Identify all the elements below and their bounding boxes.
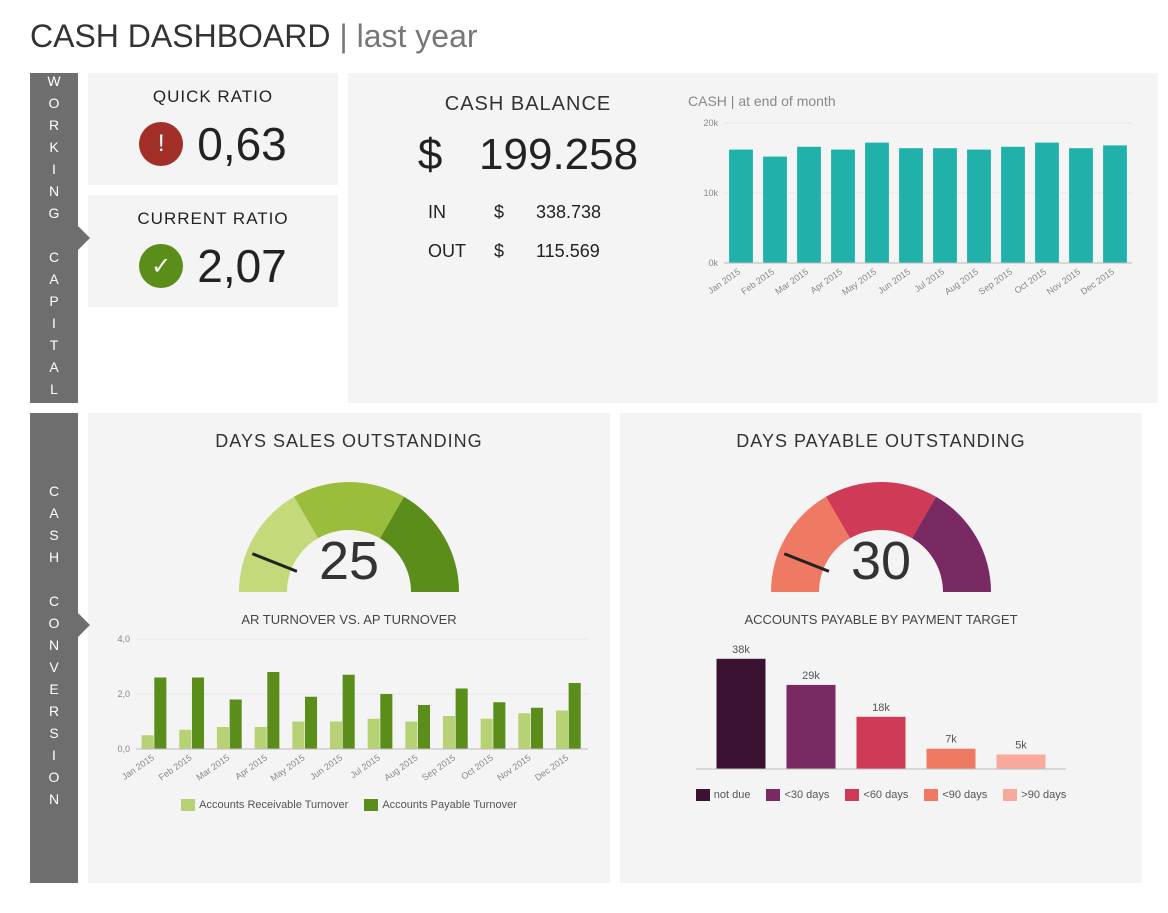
cash-balance-card: CASH BALANCE $ 199.258 IN $ 338.738 OUT … — [348, 73, 1158, 403]
svg-text:2,0: 2,0 — [117, 689, 130, 699]
svg-text:Dec 2015: Dec 2015 — [533, 752, 570, 782]
quick-ratio-title: QUICK RATIO — [98, 87, 328, 107]
svg-text:Feb 2015: Feb 2015 — [739, 266, 776, 296]
section-label-cash-conversion: CASH CONVERSION — [30, 413, 78, 883]
cash-in-currency: $ — [494, 202, 504, 223]
legend-item: <30 days — [766, 789, 829, 801]
title-main: CASH DASHBOARD — [30, 18, 331, 54]
payable-chart-title: ACCOUNTS PAYABLE BY PAYMENT TARGET — [636, 612, 1126, 627]
quick-ratio-value: 0,63 — [197, 117, 287, 171]
svg-text:May 2015: May 2015 — [840, 266, 878, 297]
svg-text:0,0: 0,0 — [117, 744, 130, 754]
svg-text:Apr 2015: Apr 2015 — [808, 266, 844, 295]
svg-text:Jan 2015: Jan 2015 — [706, 266, 742, 295]
svg-text:18k: 18k — [872, 702, 890, 714]
svg-text:Jul 2015: Jul 2015 — [348, 752, 382, 780]
section-label-working-capital: WORKING CAPITAL — [30, 73, 78, 403]
cash-month-chart: 0k 10k 20k Jan 2015Feb 2015Mar 2015Apr 2015… — [688, 113, 1138, 313]
current-ratio-card: CURRENT RATIO ✓ 2,07 — [88, 195, 338, 307]
svg-text:10k: 10k — [703, 188, 718, 198]
legend-ap: Accounts Payable Turnover — [382, 799, 517, 811]
turnover-chart: 0,0 2,0 4,0 Jan 2015Feb 2015Mar 2015Apr 201… — [104, 633, 594, 793]
svg-text:4,0: 4,0 — [117, 634, 130, 644]
svg-text:Dec 2015: Dec 2015 — [1079, 266, 1116, 296]
quick-ratio-card: QUICK RATIO ! 0,63 — [88, 73, 338, 185]
svg-text:Apr 2015: Apr 2015 — [233, 752, 269, 781]
svg-text:May 2015: May 2015 — [269, 752, 307, 783]
cash-out-currency: $ — [494, 241, 504, 262]
legend-ar: Accounts Receivable Turnover — [199, 799, 348, 811]
dso-card: DAYS SALES OUTSTANDING 25 AR TURNOVER VS… — [88, 413, 610, 883]
payable-legend: not due <30 days <60 days <90 days >90 days — [636, 789, 1126, 801]
check-icon: ✓ — [139, 244, 183, 288]
cash-month-chart-title: CASH | at end of month — [688, 93, 1138, 109]
svg-text:Jul 2015: Jul 2015 — [913, 266, 947, 294]
svg-text:20k: 20k — [703, 118, 718, 128]
svg-text:Jun 2015: Jun 2015 — [876, 266, 912, 295]
svg-text:38k: 38k — [732, 644, 750, 656]
svg-text:Mar 2015: Mar 2015 — [773, 266, 810, 296]
svg-text:0k: 0k — [708, 258, 718, 268]
turnover-chart-title: AR TURNOVER VS. AP TURNOVER — [104, 612, 594, 627]
cash-balance-currency: $ — [418, 130, 442, 179]
svg-text:Nov 2015: Nov 2015 — [1045, 266, 1082, 296]
svg-text:Sep 2015: Sep 2015 — [977, 266, 1014, 296]
cash-in-label: IN — [428, 202, 446, 223]
cash-in-value: 338.738 — [536, 202, 601, 223]
svg-text:7k: 7k — [945, 734, 957, 746]
svg-text:29k: 29k — [802, 670, 820, 682]
dpo-card: DAYS PAYABLE OUTSTANDING 30 ACCOUNTS PAY… — [620, 413, 1142, 883]
legend-item: <60 days — [845, 789, 908, 801]
svg-text:5k: 5k — [1015, 740, 1027, 752]
payable-chart: 38k 29k 18k 7k 5k — [636, 633, 1126, 783]
svg-text:Aug 2015: Aug 2015 — [943, 266, 980, 296]
cash-balance-title: CASH BALANCE — [368, 93, 688, 116]
dpo-title: DAYS PAYABLE OUTSTANDING — [636, 431, 1126, 452]
svg-text:Feb 2015: Feb 2015 — [157, 752, 194, 782]
svg-text:Sep 2015: Sep 2015 — [420, 752, 457, 782]
cash-out-label: OUT — [428, 241, 466, 262]
legend-item: not due — [696, 789, 751, 801]
dso-title: DAYS SALES OUTSTANDING — [104, 431, 594, 452]
legend-item: >90 days — [1003, 789, 1066, 801]
svg-text:Oct 2015: Oct 2015 — [459, 752, 495, 781]
current-ratio-value: 2,07 — [197, 239, 287, 293]
dpo-value: 30 — [636, 530, 1126, 592]
svg-text:Oct 2015: Oct 2015 — [1012, 266, 1048, 295]
current-ratio-title: CURRENT RATIO — [98, 209, 328, 229]
svg-text:Nov 2015: Nov 2015 — [495, 752, 532, 782]
svg-text:Jan 2015: Jan 2015 — [120, 752, 156, 781]
cash-out-value: 115.569 — [536, 241, 600, 262]
svg-text:Aug 2015: Aug 2015 — [382, 752, 419, 782]
title-sub: | last year — [339, 18, 477, 54]
alert-icon: ! — [139, 122, 183, 166]
svg-text:Jun 2015: Jun 2015 — [308, 752, 344, 781]
svg-text:Mar 2015: Mar 2015 — [194, 752, 231, 782]
legend-item: <90 days — [924, 789, 987, 801]
page-title: CASH DASHBOARD | last year — [30, 18, 1138, 55]
turnover-legend: Accounts Receivable Turnover Accounts Pa… — [104, 799, 594, 811]
cash-balance-value: 199.258 — [479, 130, 638, 179]
dso-value: 25 — [104, 530, 594, 592]
